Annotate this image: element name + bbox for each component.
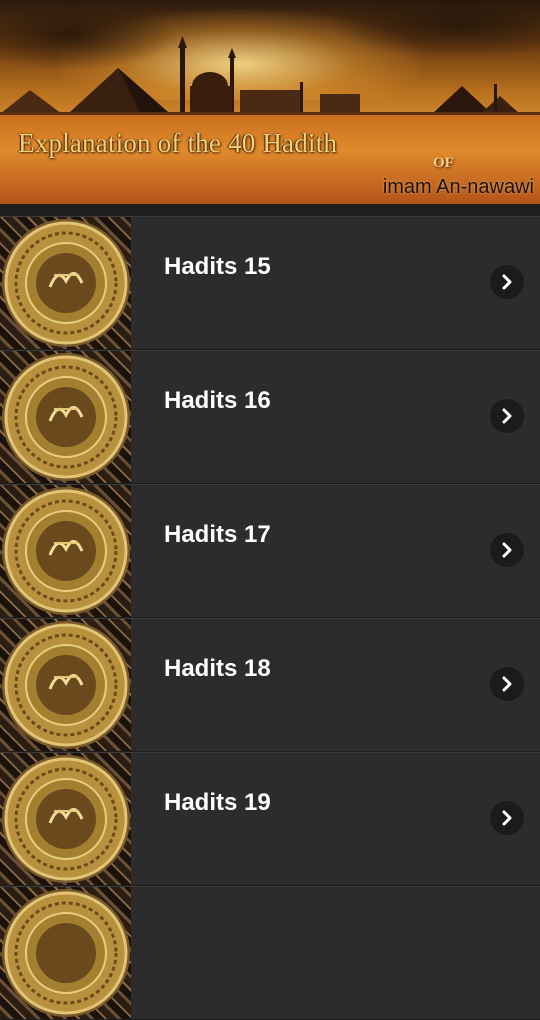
chevron-right-icon[interactable] xyxy=(490,265,524,299)
app-title: Explanation of the 40 Hadith xyxy=(18,128,338,158)
gold-medallion-icon xyxy=(0,485,131,617)
gold-medallion-icon xyxy=(0,619,131,751)
gold-medallion-icon xyxy=(0,217,131,349)
title-of-text: OF xyxy=(433,155,454,171)
chevron-right-icon[interactable] xyxy=(490,533,524,567)
item-label: Hadits 18 xyxy=(164,655,271,682)
chevron-right-icon[interactable] xyxy=(490,667,524,701)
chevron-right-icon[interactable] xyxy=(490,399,524,433)
item-label: Hadits 19 xyxy=(164,789,271,816)
list-item[interactable]: Hadits 16 xyxy=(0,350,540,484)
gold-medallion-icon xyxy=(0,753,131,885)
item-label: Hadits 16 xyxy=(164,387,271,414)
header-banner: Explanation of the 40 Hadith OF imam An-… xyxy=(0,0,540,204)
gold-medallion-icon xyxy=(0,887,131,1019)
hadith-list: Hadits 15 Hadits 16 Hadits 17 Hadits 18 … xyxy=(0,216,540,1020)
list-item[interactable] xyxy=(0,886,540,1020)
chevron-right-icon[interactable] xyxy=(490,801,524,835)
list-item[interactable]: Hadits 17 xyxy=(0,484,540,618)
gold-medallion-icon xyxy=(0,351,131,483)
list-item[interactable]: Hadits 18 xyxy=(0,618,540,752)
list-item[interactable]: Hadits 15 xyxy=(0,216,540,350)
item-label: Hadits 17 xyxy=(164,521,271,548)
app-subtitle: imam An-nawawi xyxy=(382,176,534,198)
list-item[interactable]: Hadits 19 xyxy=(0,752,540,886)
header-divider xyxy=(0,204,540,216)
item-label: Hadits 15 xyxy=(164,253,271,280)
